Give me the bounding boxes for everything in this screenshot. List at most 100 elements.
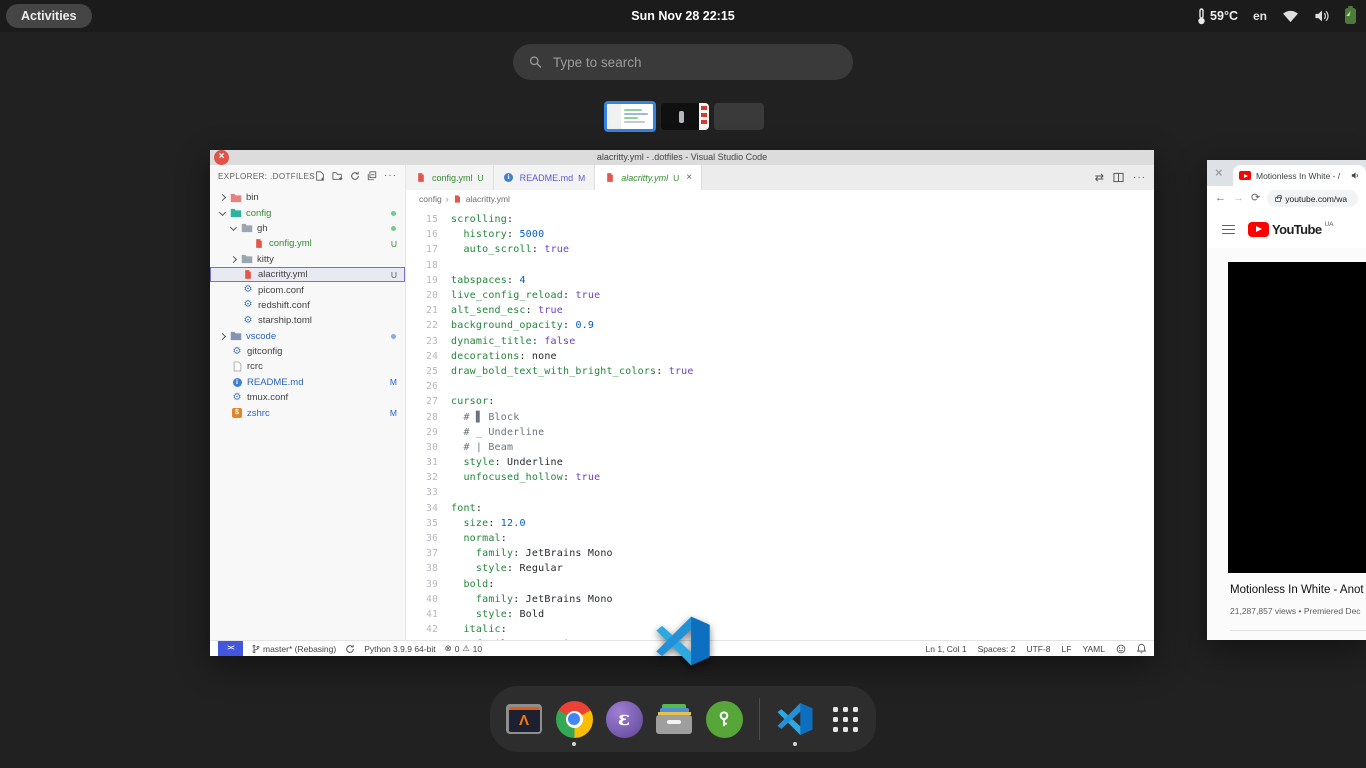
refresh-icon[interactable]: [350, 171, 360, 181]
dock-item-app-grid[interactable]: [825, 690, 865, 748]
chevron-down-icon: [219, 209, 226, 216]
breadcrumb[interactable]: config › alacritty.yml: [406, 190, 1154, 207]
system-tray[interactable]: 59°C en: [1197, 0, 1356, 32]
search-input[interactable]: [553, 55, 837, 70]
workspace-thumbnail-active[interactable]: [604, 101, 656, 132]
status-yaml[interactable]: YAML: [1082, 644, 1105, 654]
tree-item-alacritty.yml[interactable]: alacritty.ymlU: [210, 267, 405, 282]
yaml-file-icon: [453, 194, 462, 204]
close-tab-icon[interactable]: ×: [686, 172, 692, 183]
tree-item-gh[interactable]: gh: [210, 221, 405, 236]
open-changes-icon[interactable]: ⇄: [1095, 171, 1104, 184]
warnings-icon: ⚠: [462, 644, 469, 653]
tree-item-gitconfig[interactable]: ⚙ gitconfig: [210, 344, 405, 359]
remote-indicator[interactable]: ><: [218, 641, 243, 656]
running-indicator: [572, 742, 576, 746]
address-bar[interactable]: youtube.com/wa: [1267, 190, 1358, 207]
python-interpreter[interactable]: Python 3.9.9 64-bit: [364, 644, 435, 654]
lock-icon: [1275, 197, 1281, 202]
sync-icon[interactable]: [345, 644, 355, 654]
split-editor-icon[interactable]: [1113, 172, 1124, 183]
breadcrumb-file[interactable]: alacritty.yml: [466, 194, 510, 204]
dock-item-files[interactable]: [654, 690, 694, 748]
collapse-all-icon[interactable]: [367, 171, 377, 181]
menu-icon[interactable]: [1222, 225, 1235, 235]
workspace-thumbnail-youtube[interactable]: [661, 103, 709, 130]
tree-item-redshift.conf[interactable]: ⚙ redshift.conf: [210, 298, 405, 313]
errors-icon: ⊗: [445, 643, 452, 654]
code-line: 37 family: JetBrains Mono: [406, 546, 1154, 561]
tree-item-tmux.conf[interactable]: ⚙ tmux.conf: [210, 390, 405, 405]
tree-item-zshrc[interactable]: $ zshrcM: [210, 405, 405, 420]
code-line: 27 cursor:: [406, 394, 1154, 409]
tree-item-vscode[interactable]: vscode: [210, 329, 405, 344]
dock-item-chrome[interactable]: [554, 690, 594, 748]
yaml-icon: [415, 172, 427, 183]
youtube-logo[interactable]: YouTube UA: [1248, 222, 1334, 237]
overview-search[interactable]: [513, 44, 853, 80]
dock-item-keepassxc[interactable]: [704, 690, 744, 748]
vscode-app-icon[interactable]: [654, 612, 712, 670]
tree-item-README.md[interactable]: i README.mdM: [210, 375, 405, 390]
code-editor[interactable]: 15 scrolling: 16 history: 5000 17 auto_s…: [406, 207, 1154, 640]
new-file-icon[interactable]: [315, 171, 325, 181]
dock-item-emacs[interactable]: ε: [604, 690, 644, 748]
gear-icon: ⚙: [231, 393, 243, 403]
code-line: 19 tabspaces: 4: [406, 273, 1154, 288]
back-icon[interactable]: ←: [1215, 193, 1226, 204]
breadcrumb-folder[interactable]: config: [419, 194, 442, 204]
emacs-icon: ε: [606, 701, 643, 738]
git-branch-status[interactable]: master* (Rebasing): [252, 644, 336, 654]
editor-more-actions-icon[interactable]: ···: [1133, 174, 1146, 182]
chevron-right-icon: ›: [446, 194, 449, 204]
explorer-more-actions-icon[interactable]: ···: [384, 172, 397, 180]
tab-alacritty.yml[interactable]: alacritty.yml U ×: [595, 165, 702, 190]
code-line: 34 font:: [406, 501, 1154, 516]
tree-item-bin[interactable]: bin: [210, 190, 405, 205]
window-close-button-chrome[interactable]: ×: [1215, 165, 1223, 180]
temperature-indicator: 59°C: [1197, 8, 1238, 25]
reload-icon[interactable]: ⟳: [1251, 193, 1260, 204]
search-icon: [529, 55, 542, 69]
tree-item-config.yml[interactable]: config.ymlU: [210, 236, 405, 251]
notifications-bell-icon[interactable]: [1137, 643, 1146, 654]
tab-audio-icon[interactable]: [1351, 171, 1360, 180]
explorer-sidebar: EXPLORER: .DOTFILES ··· bin config gh co…: [210, 165, 406, 640]
feedback-icon[interactable]: [1116, 644, 1126, 654]
dock-item-alacritty[interactable]: Λ: [504, 690, 544, 748]
problems-indicator[interactable]: ⊗0 ⚠10: [445, 643, 483, 654]
tab-config.yml[interactable]: config.yml U: [406, 165, 494, 190]
volume-icon: [1314, 9, 1330, 23]
status-utf-8[interactable]: UTF-8: [1026, 644, 1050, 654]
workspace-thumbnail-empty[interactable]: [714, 103, 764, 130]
new-folder-icon[interactable]: [332, 171, 343, 181]
running-indicator: [793, 742, 797, 746]
dock-item-vscode[interactable]: [775, 690, 815, 748]
code-line: 39 bold:: [406, 577, 1154, 592]
tab-README.md[interactable]: i README.md M: [494, 165, 596, 190]
tree-item-rcrc[interactable]: rcrc: [210, 359, 405, 374]
clock[interactable]: Sun Nov 28 22:15: [0, 0, 1366, 32]
git-badge: M: [390, 408, 397, 418]
status-spaces-2[interactable]: Spaces: 2: [978, 644, 1016, 654]
window-close-button[interactable]: ×: [214, 150, 229, 165]
status-lf[interactable]: LF: [1062, 644, 1072, 654]
browser-tab[interactable]: Motionless In White - /: [1233, 165, 1366, 186]
tree-item-kitty[interactable]: kitty: [210, 252, 405, 267]
tree-item-config[interactable]: config: [210, 205, 405, 220]
youtube-page: Motionless In White - Anot 21,287,857 vi…: [1207, 248, 1366, 640]
explorer-header: EXPLORER: .DOTFILES: [218, 172, 315, 181]
code-line: 24 decorations: none: [406, 349, 1154, 364]
video-player[interactable]: [1228, 262, 1366, 573]
keyboard-layout[interactable]: en: [1253, 9, 1267, 23]
tree-item-starship.toml[interactable]: ⚙ starship.toml: [210, 313, 405, 328]
vscode-window[interactable]: × alacritty.yml - .dotfiles - Visual Stu…: [210, 150, 1154, 656]
code-line: 30 # | Beam: [406, 440, 1154, 455]
chrome-icon: [556, 701, 593, 738]
tree-item-picom.conf[interactable]: ⚙ picom.conf: [210, 282, 405, 297]
chrome-window[interactable]: × Motionless In White - / ← → ⟳ youtube.…: [1207, 160, 1366, 640]
forward-icon[interactable]: →: [1233, 193, 1244, 204]
status-ln-1-col-1[interactable]: Ln 1, Col 1: [926, 644, 967, 654]
code-line: 26: [406, 379, 1154, 394]
git-badge: U: [391, 270, 397, 280]
